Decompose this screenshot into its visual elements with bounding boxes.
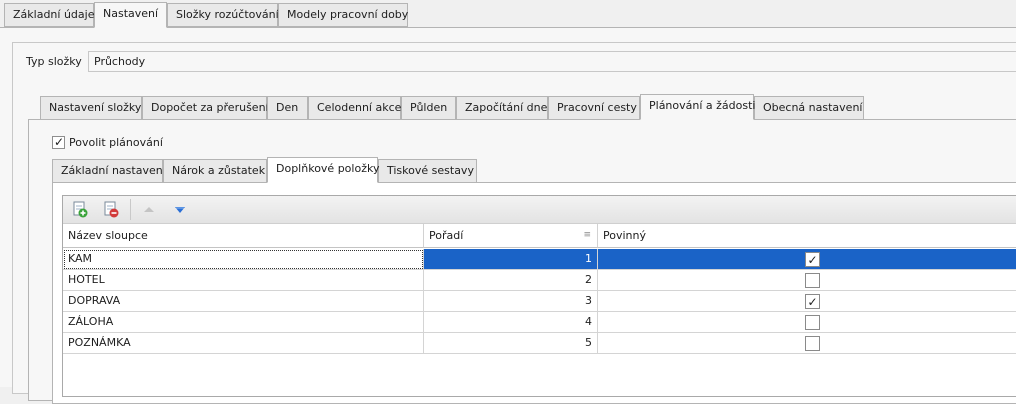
- table-row[interactable]: KAM 1 ✓: [63, 249, 1016, 270]
- tab-zakladni-udaje[interactable]: Základní údaje: [4, 3, 94, 27]
- tab-dopocet-za-preruseni[interactable]: Dopočet za přerušení: [142, 96, 269, 120]
- cell-povinny[interactable]: ✓: [598, 249, 1016, 270]
- remove-row-button[interactable]: [100, 199, 122, 220]
- move-up-icon: [144, 207, 154, 212]
- cell-povinny[interactable]: [598, 270, 1016, 291]
- povinny-checkbox[interactable]: [805, 273, 820, 288]
- move-down-button[interactable]: [169, 199, 191, 220]
- add-row-icon: [73, 201, 88, 218]
- move-up-button[interactable]: [138, 199, 160, 220]
- checkmark-icon: ✓: [54, 135, 65, 149]
- tab-nastaveni[interactable]: Nastavení: [94, 2, 167, 28]
- cell-poradi[interactable]: 3: [424, 291, 598, 312]
- table-row[interactable]: DOPRAVA 3 ✓: [63, 291, 1016, 312]
- cell-povinny[interactable]: ✓: [598, 291, 1016, 312]
- cell-nazev[interactable]: KAM: [63, 249, 424, 270]
- tab-tiskove-sestavy[interactable]: Tiskové sestavy: [378, 159, 477, 183]
- table-row[interactable]: HOTEL 2: [63, 270, 1016, 291]
- tab-nastaveni-slozky[interactable]: Nastavení složky: [40, 96, 142, 120]
- tab-narok-a-zustatek[interactable]: Nárok a zůstatek: [163, 159, 267, 183]
- povinny-checkbox[interactable]: ✓: [805, 294, 820, 309]
- typ-slozky-field[interactable]: Průchody: [88, 51, 1016, 72]
- tab-planovani-a-zadosti[interactable]: Plánování a žádosti: [640, 94, 755, 120]
- toolbar-separator: [130, 199, 131, 220]
- tab-zakladni-nastaveni[interactable]: Základní nastavení: [52, 159, 166, 183]
- cell-poradi[interactable]: 1: [424, 249, 598, 270]
- sort-ascending-icon: ≡: [583, 230, 591, 240]
- column-header-poradi[interactable]: Pořadí ≡: [424, 224, 598, 248]
- checkmark-icon: ✓: [807, 253, 818, 267]
- table-row[interactable]: ZÁLOHA 4: [63, 312, 1016, 333]
- add-row-button[interactable]: [69, 199, 91, 220]
- povinny-checkbox[interactable]: [805, 336, 820, 351]
- column-header-povinny[interactable]: Povinný: [598, 224, 1016, 248]
- tab-pracovni-cesty[interactable]: Pracovní cesty: [548, 96, 640, 120]
- tab-slozky-rozuctovani[interactable]: Složky rozúčtování: [167, 3, 279, 27]
- cell-poradi[interactable]: 2: [424, 270, 598, 291]
- tab-celodenni-akce[interactable]: Celodenní akce: [308, 96, 401, 120]
- cell-povinny[interactable]: [598, 312, 1016, 333]
- tab-doplnkove-polozky[interactable]: Doplňkové položky: [267, 157, 379, 183]
- cell-nazev[interactable]: POZNÁMKA: [63, 333, 424, 354]
- povinny-checkbox[interactable]: ✓: [805, 252, 820, 267]
- column-header-poradi-label: Pořadí: [429, 229, 464, 242]
- povolit-planovani-label: Povolit plánování: [69, 136, 163, 149]
- typ-slozky-label: Typ složky: [26, 55, 82, 68]
- povinny-checkbox[interactable]: [805, 315, 820, 330]
- table-row[interactable]: POZNÁMKA 5: [63, 333, 1016, 354]
- cell-poradi[interactable]: 4: [424, 312, 598, 333]
- tab-den[interactable]: Den: [267, 96, 308, 120]
- cell-nazev[interactable]: HOTEL: [63, 270, 424, 291]
- remove-row-icon: [104, 201, 119, 218]
- move-down-icon: [175, 207, 185, 213]
- cell-povinny[interactable]: [598, 333, 1016, 354]
- checkmark-icon: ✓: [807, 295, 818, 309]
- tab-zapocitani-dne[interactable]: Započítání dne: [456, 96, 548, 120]
- grid-toolbar: [63, 196, 1016, 224]
- povolit-planovani-checkbox[interactable]: ✓: [52, 135, 65, 149]
- tab-modely-pracovni-doby[interactable]: Modely pracovní doby: [278, 3, 408, 27]
- tab-pulden[interactable]: Půlden: [401, 96, 456, 120]
- cell-nazev[interactable]: DOPRAVA: [63, 291, 424, 312]
- tab-obecna-nastaveni[interactable]: Obecná nastavení: [754, 96, 864, 120]
- cell-poradi[interactable]: 5: [424, 333, 598, 354]
- column-header-nazev-sloupce[interactable]: Název sloupce: [63, 224, 424, 248]
- cell-nazev[interactable]: ZÁLOHA: [63, 312, 424, 333]
